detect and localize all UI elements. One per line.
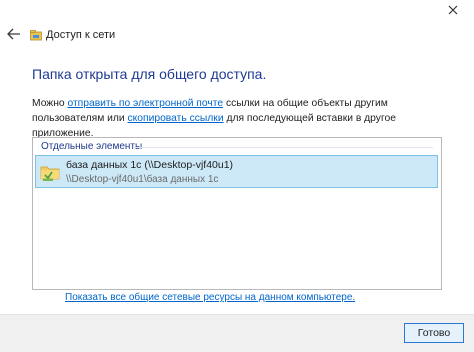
group-header-label: Отдельные элементы bbox=[41, 140, 143, 153]
show-all-shares-link[interactable]: Показать все общие сетевые ресурсы на да… bbox=[65, 291, 355, 304]
close-icon bbox=[448, 5, 458, 15]
description-part-1: Можно bbox=[32, 98, 68, 109]
copy-link[interactable]: скопировать ссылки bbox=[128, 113, 224, 124]
email-link[interactable]: отправить по электронной почте bbox=[67, 98, 223, 109]
page-heading: Папка открыта для общего доступа. bbox=[32, 66, 267, 82]
item-path: \\Desktop-vjf40u1\база данных 1с bbox=[66, 174, 219, 185]
network-sharing-dialog: Доступ к сети Папка открыта для общего д… bbox=[0, 0, 474, 352]
group-header: Отдельные элементы bbox=[33, 140, 441, 154]
dialog-footer: Готово bbox=[0, 314, 474, 352]
back-arrow-icon bbox=[7, 28, 20, 40]
shared-items-list[interactable]: Отдельные элементы база данных 1с (\\Des… bbox=[32, 137, 442, 290]
list-item[interactable]: база данных 1с (\\Desktop-vjf40u1) \\Des… bbox=[35, 155, 438, 188]
title-bar: Доступ к сети bbox=[0, 0, 474, 41]
description-text: Можно отправить по электронной почте ссы… bbox=[32, 96, 452, 141]
shared-folder-icon bbox=[40, 166, 60, 181]
window-title: Доступ к сети bbox=[46, 29, 116, 41]
done-button[interactable]: Готово bbox=[404, 323, 464, 343]
group-divider bbox=[133, 147, 433, 148]
item-name: база данных 1с (\\Desktop-vjf40u1) bbox=[66, 159, 234, 171]
back-button[interactable] bbox=[6, 26, 22, 42]
network-share-icon bbox=[30, 30, 42, 41]
close-button[interactable] bbox=[442, 0, 464, 20]
